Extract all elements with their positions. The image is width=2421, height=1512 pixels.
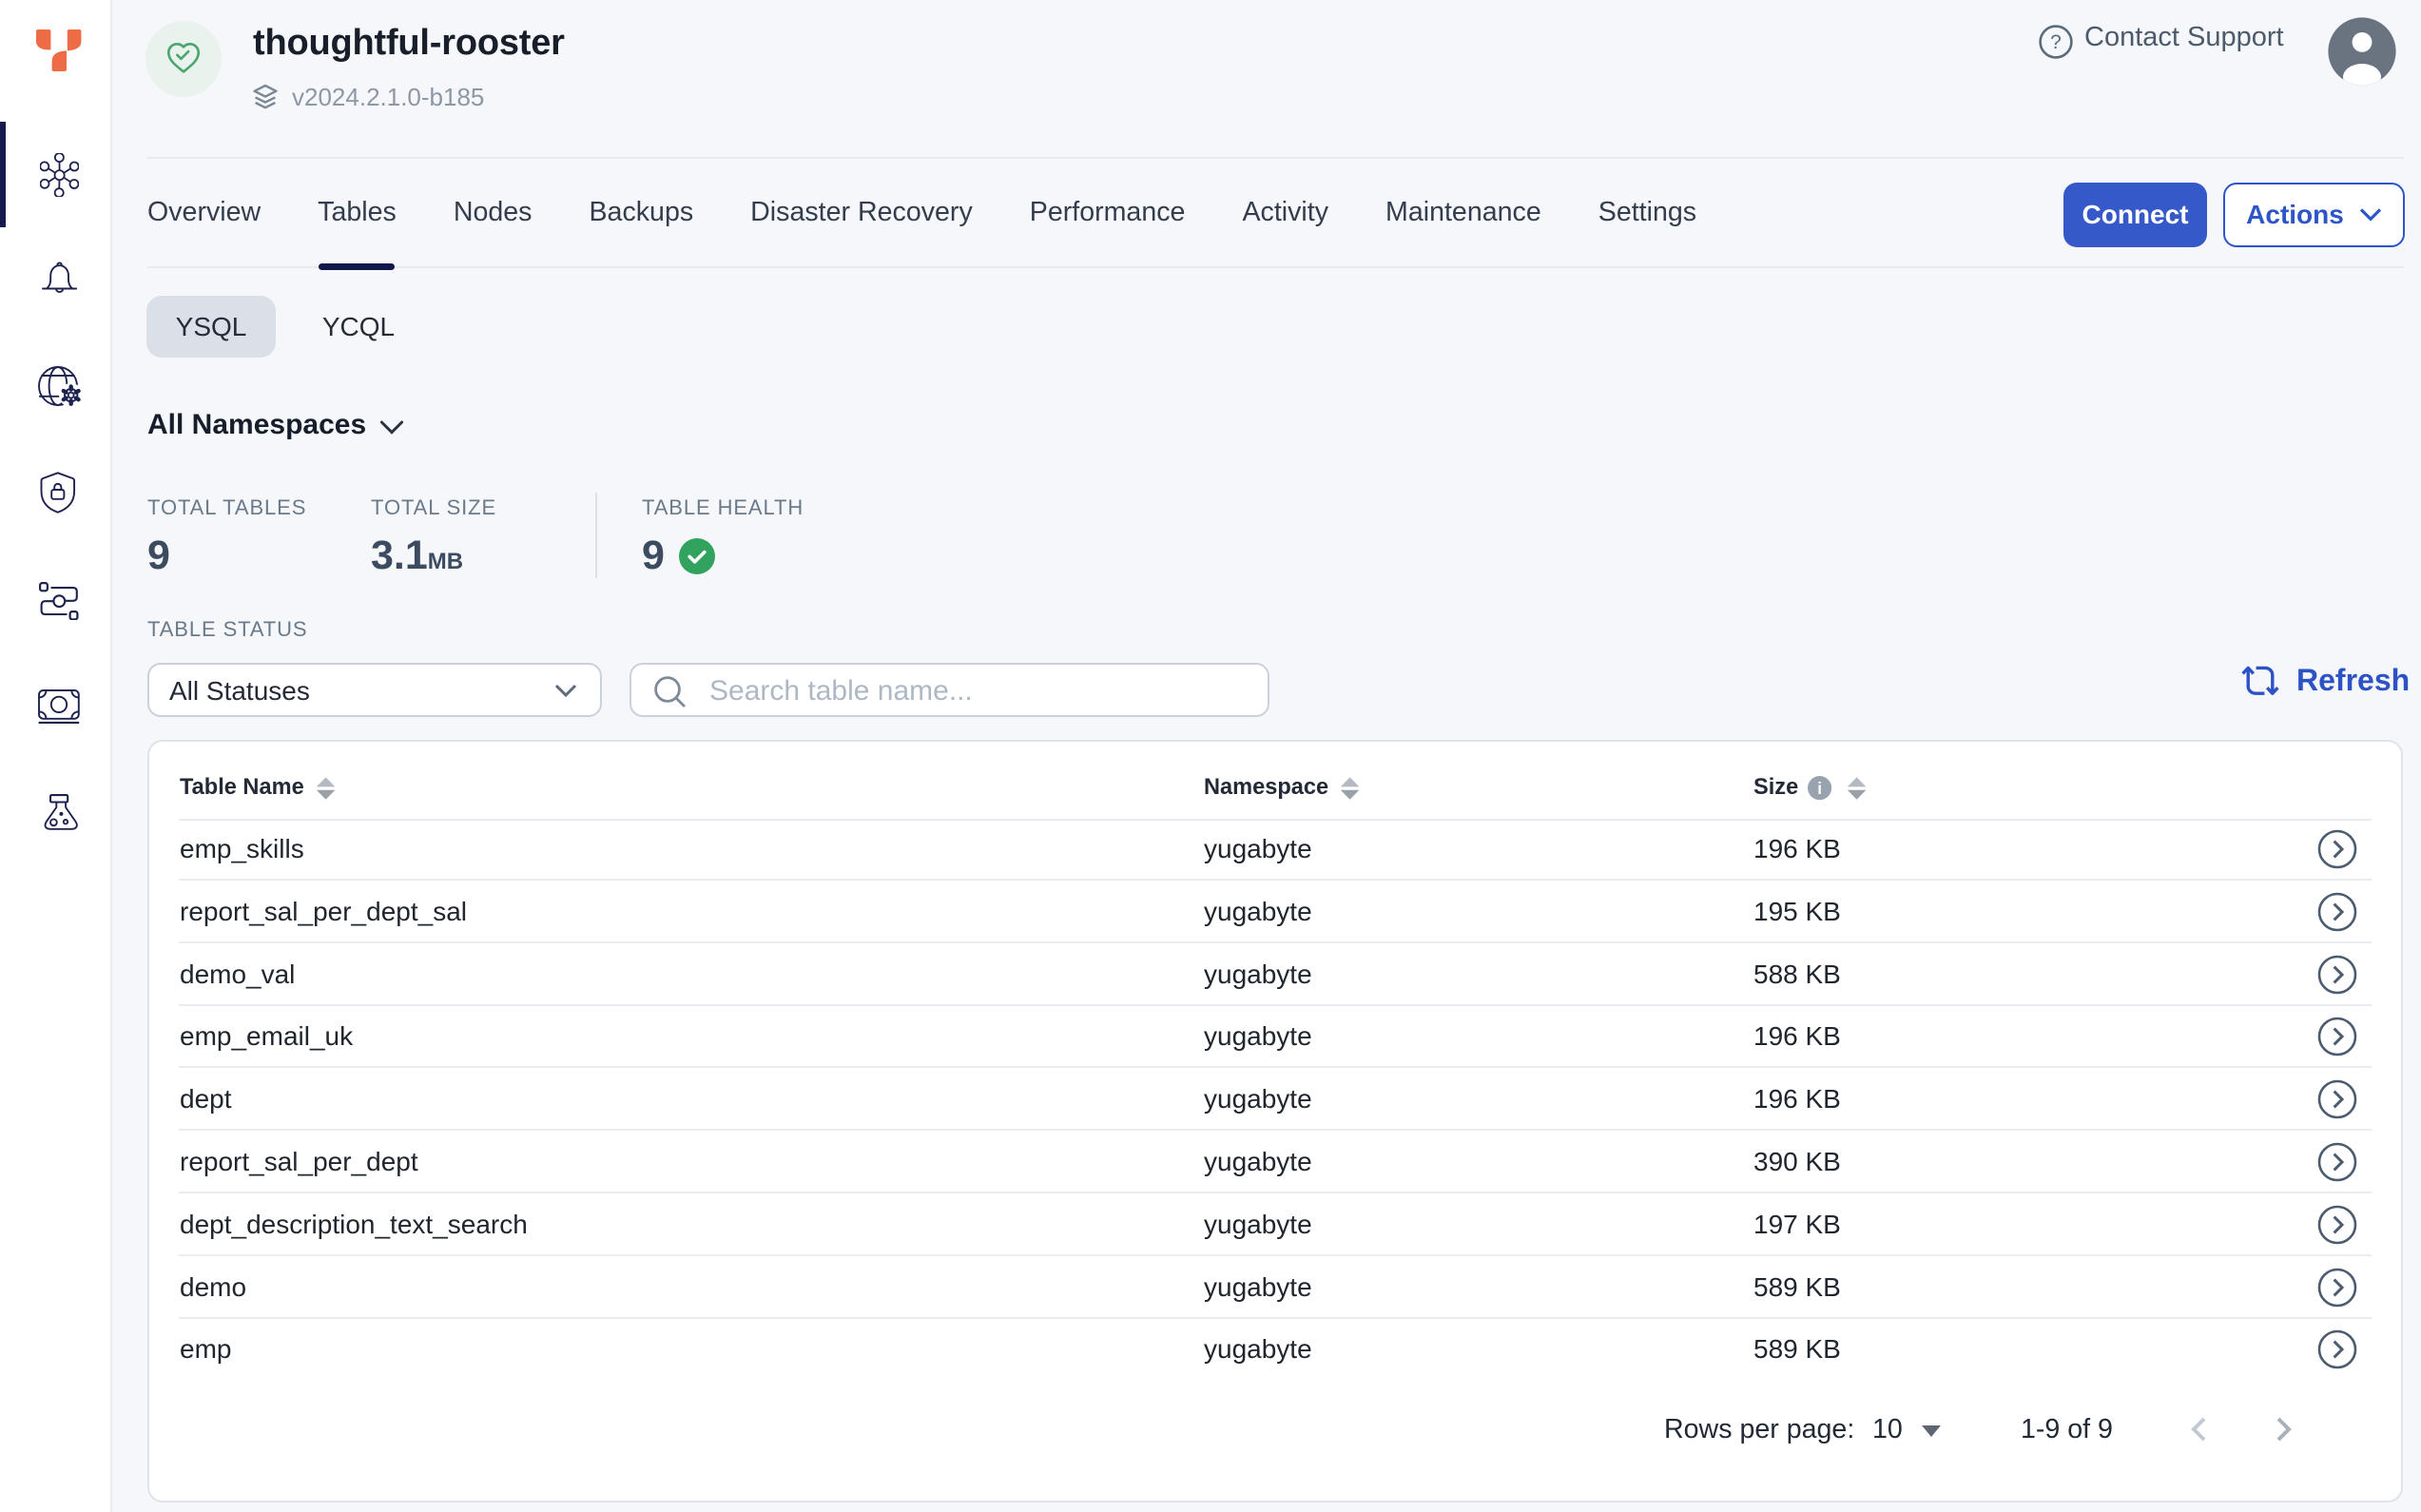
svg-text:i: i bbox=[1817, 779, 1822, 798]
svg-text:?: ? bbox=[2050, 31, 2062, 53]
